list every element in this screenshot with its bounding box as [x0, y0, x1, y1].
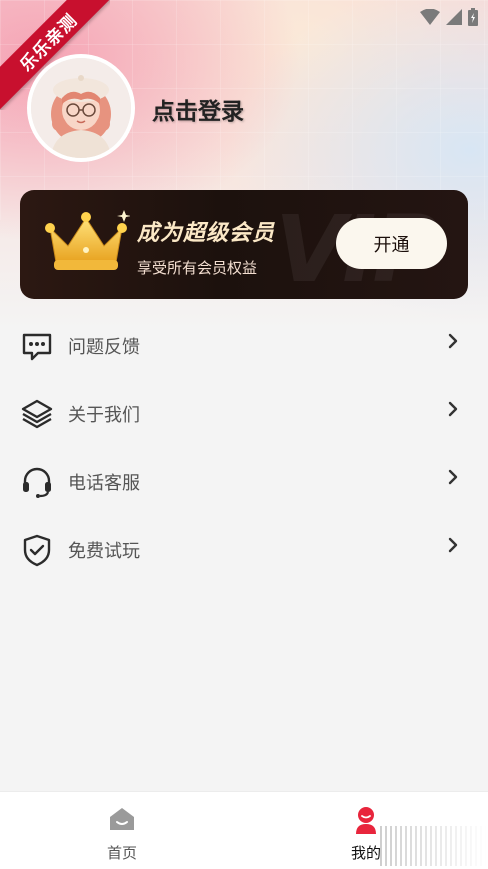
signal-icon — [446, 9, 462, 25]
menu-item-free-trial[interactable]: 免费试玩 — [0, 516, 488, 584]
menu-item-label: 问题反馈 — [68, 337, 140, 358]
menu-item-about[interactable]: 关于我们 — [0, 380, 488, 448]
battery-icon — [468, 8, 478, 26]
menu-item-feedback[interactable]: 问题反馈 — [0, 312, 488, 380]
layers-icon — [20, 397, 54, 431]
wifi-icon — [420, 9, 440, 25]
menu-item-phone-support[interactable]: 电话客服 — [0, 448, 488, 516]
menu-item-label: 关于我们 — [68, 405, 140, 426]
headset-icon — [20, 465, 54, 499]
avatar-girl-glasses-icon — [31, 58, 131, 158]
open-vip-button[interactable]: 开通 — [336, 218, 447, 269]
vip-card[interactable]: VIP 成为超级会员 享受所有会员权益 开通 — [20, 190, 468, 299]
home-icon — [110, 808, 134, 830]
vip-title: 成为超级会员 — [137, 221, 276, 246]
shield-check-icon — [20, 533, 54, 567]
chevron-right-icon — [448, 401, 458, 417]
user-icon — [356, 807, 376, 834]
chat-bubble-icon — [20, 329, 54, 363]
chevron-right-icon — [448, 537, 458, 553]
avatar[interactable] — [27, 54, 135, 162]
settings-menu: 问题反馈 关于我们 电话客服 免费试玩 — [0, 312, 488, 584]
chevron-right-icon — [448, 469, 458, 485]
screen: 乐乐亲测 点击登录 成为超级会员 享受所有会员权益 开通 问题反馈 关于我们 电… — [0, 0, 488, 869]
login-prompt[interactable]: 点击登录 — [152, 92, 244, 126]
chevron-right-icon — [448, 333, 458, 349]
nav-tab-home[interactable]: 首页 — [0, 792, 244, 869]
status-bar — [420, 6, 478, 28]
crown-icon — [45, 210, 130, 270]
vip-subtitle: 享受所有会员权益 — [137, 259, 258, 277]
menu-item-label: 电话客服 — [68, 473, 140, 494]
noise-artifact — [380, 826, 488, 866]
menu-item-label: 免费试玩 — [68, 541, 140, 562]
nav-label-home: 首页 — [106, 844, 137, 862]
